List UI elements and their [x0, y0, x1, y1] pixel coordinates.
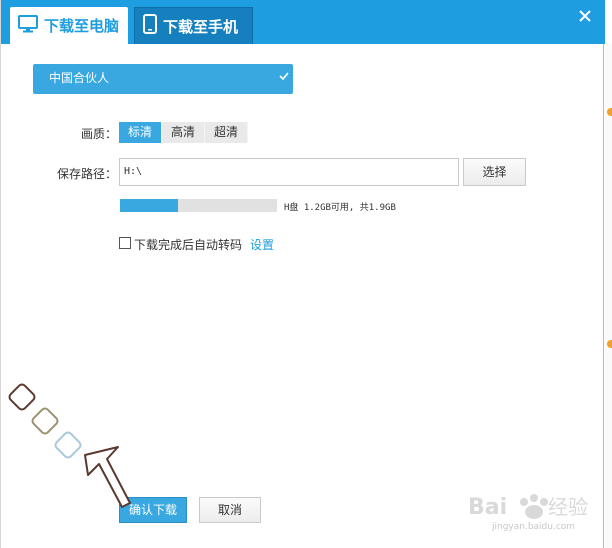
- quality-options: 标清 高清 超清: [119, 122, 249, 143]
- quality-label: 画质：: [80, 127, 117, 141]
- save-path-input[interactable]: H:\: [119, 158, 459, 186]
- choose-folder-button[interactable]: 选择: [463, 158, 526, 186]
- svg-text:经验: 经验: [548, 495, 588, 519]
- disk-usage-fill: [120, 199, 179, 212]
- tab-download-to-phone[interactable]: 下载至手机: [134, 7, 253, 44]
- edge-marker: [607, 108, 612, 116]
- background-window-edge: [605, 44, 612, 548]
- checkmark-icon: [279, 64, 289, 92]
- title-bar: 下载至电脑 下载至手机: [1, 0, 605, 44]
- partner-label: 中国合伙人: [49, 71, 110, 85]
- svg-text:Bai: Bai: [468, 495, 507, 520]
- partner-selector[interactable]: 中国合伙人: [33, 64, 293, 94]
- edge-marker: [607, 340, 612, 348]
- phone-icon: [143, 14, 157, 38]
- arrow-annotation-icon: [8, 383, 131, 508]
- disk-usage-bar: [120, 199, 277, 212]
- watermark-site-text: jingyan.baidu.com: [492, 522, 576, 532]
- disk-space-text: H盘 1.2GB可用, 共1.9GB: [284, 203, 396, 213]
- quality-option-standard[interactable]: 标清: [119, 122, 163, 143]
- tab-download-to-pc[interactable]: 下载至电脑: [10, 7, 128, 44]
- tab-label: 下载至手机: [163, 17, 239, 36]
- auto-convert-checkbox[interactable]: [119, 237, 131, 249]
- monitor-icon: [18, 14, 38, 37]
- auto-convert-label: 下载完成后自动转码: [134, 238, 243, 252]
- save-path-label: 保存路径：: [56, 167, 117, 181]
- quality-option-super[interactable]: 超清: [205, 122, 249, 143]
- close-icon[interactable]: [577, 9, 593, 25]
- tab-label: 下载至电脑: [44, 17, 120, 35]
- settings-link[interactable]: 设置: [250, 236, 274, 253]
- cancel-button[interactable]: 取消: [199, 497, 261, 523]
- quality-option-high[interactable]: 高清: [162, 122, 206, 143]
